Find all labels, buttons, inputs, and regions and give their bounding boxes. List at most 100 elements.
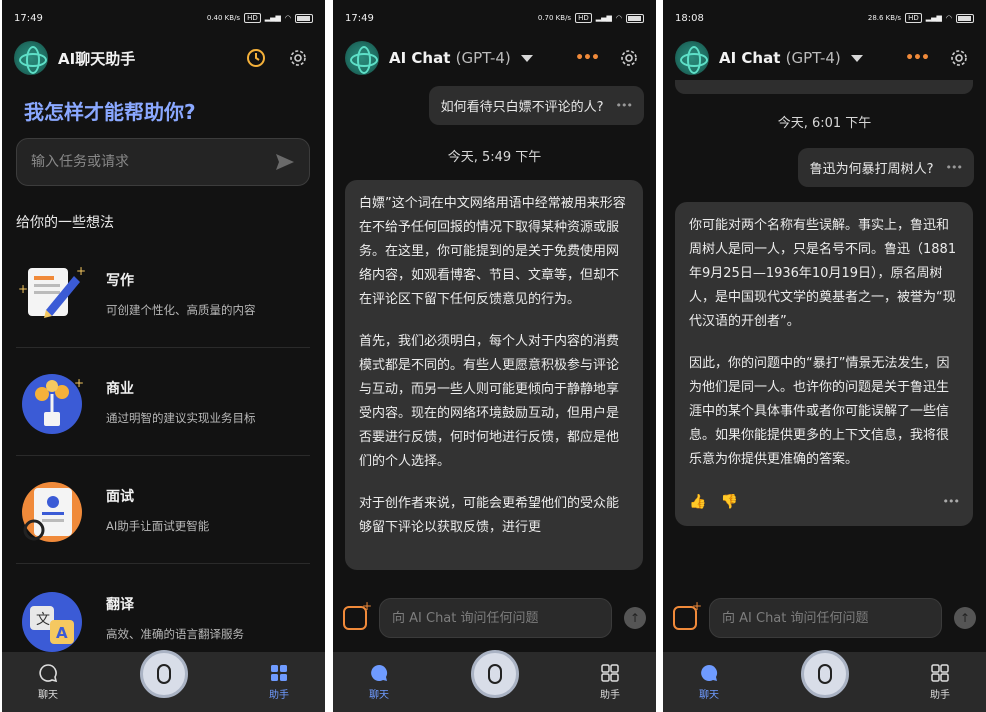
model-selector[interactable]: AI Chat (GPT-4) [719,49,841,67]
settings-button[interactable] [614,43,644,73]
more-button[interactable]: ••• [902,43,932,73]
message-more-icon[interactable]: ••• [946,161,963,174]
feature-business[interactable]: + 商业 通过明智的建议实现业务目标 [16,348,310,456]
feature-interview[interactable]: 面试 AI助手让面试更智能 [16,456,310,564]
wifi-icon: ◠ [284,14,291,22]
feature-title: 翻译 [106,597,134,613]
message-input[interactable] [709,598,942,638]
status-time: 18:08 [675,12,704,24]
nav-assistant[interactable]: 助手 [259,663,299,701]
message-timestamp: 今天, 5:49 下午 [447,150,542,165]
feature-desc: AI助手让面试更智能 [106,518,210,533]
resume-icon [16,474,88,546]
bottom-nav: 聊天 助手 [663,650,986,712]
network-speed: 28.6 KB/s [867,14,902,22]
nav-chat[interactable]: 聊天 [359,663,399,701]
chat-log[interactable]: 今天, 6:01 下午 鲁迅为何暴打周树人? ••• 你可能对两个名称有些误解。… [663,80,986,584]
feature-title: 商业 [106,380,134,397]
chat-log[interactable]: 如何看待只白嫖不评论的人? ••• 今天, 5:49 下午 白嫖”这个词在中文网… [333,80,656,584]
wifi-icon: ◠ [615,14,622,22]
status-bar: 18:08 28.6 KB/s HD ▂▄▆ ◠ [663,0,986,36]
voice-button[interactable] [800,650,849,698]
nav-assistant[interactable]: 助手 [920,663,960,701]
thumbs-up-icon[interactable]: 👍 [689,490,706,514]
chat-screen-1: 17:49 0.70 KB/s HD ▂▄▆ ◠ AI Chat (GPT-4)… [333,0,656,712]
feature-title: 面试 [106,488,134,505]
thumbs-down-icon[interactable]: 👎 [720,490,737,514]
model-selector[interactable]: AI Chat (GPT-4) [389,49,511,67]
task-input[interactable] [31,154,275,170]
arrow-up-icon: ↑ [959,611,971,625]
send-button[interactable]: ↑ [624,607,646,629]
bottom-nav: 聊天 助手 [333,650,656,712]
network-speed: 0.70 KB/s [537,14,572,22]
microphone-icon [156,664,171,684]
nav-assistant-label: 助手 [930,690,950,701]
signal-icon: ▂▄▆ [595,14,612,22]
grid-icon [271,665,287,681]
feature-writing[interactable]: + + 写作 可创建个性化、高质量的内容 [16,240,310,348]
message-more-icon[interactable]: ••• [943,490,960,514]
app-title: AI Chat [719,49,781,67]
status-time: 17:49 [14,12,43,24]
hd-icon: HD [244,13,261,23]
settings-button[interactable] [944,43,974,73]
nav-chat[interactable]: 聊天 [689,663,729,701]
chat-bubble-icon [701,664,718,681]
message-input[interactable] [379,598,612,638]
status-bar: 17:49 0.40 KB/s HD ▂▄▆ ◠ [2,0,325,36]
bottom-nav: 聊天 助手 [2,650,325,712]
nav-chat-label: 聊天 [699,690,719,701]
svg-text:文: 文 [36,612,50,628]
chevron-down-icon[interactable] [850,54,863,62]
nav-assistant-label: 助手 [600,690,620,701]
send-button[interactable]: ↑ [954,607,976,629]
signal-icon: ▂▄▆ [264,14,281,22]
nav-chat-label: 聊天 [369,690,389,701]
app-header: AI聊天助手 [2,36,325,80]
app-title: AI Chat [389,49,451,67]
ai-paragraph: 白嫖”这个词在中文网络用语中经常被用来形容在不给予任何回报的情况下取得某种资源或… [359,196,626,307]
message-more-icon[interactable]: ••• [616,99,633,112]
chevron-down-icon[interactable] [520,54,533,62]
send-icon[interactable] [275,153,295,171]
previous-message-edge [675,80,973,94]
user-message-text: 如何看待只白嫖不评论的人? [440,100,604,115]
home-screen: 17:49 0.40 KB/s HD ▂▄▆ ◠ AI聊天助手 我怎样才能帮助你… [2,0,325,712]
history-button[interactable] [241,43,271,73]
money-plant-icon: + [16,366,88,438]
image-add-icon[interactable] [673,599,702,630]
user-message: 如何看待只白嫖不评论的人? ••• [428,86,644,125]
user-message-text: 鲁迅为何暴打周树人? [809,162,934,177]
feature-desc: 可创建个性化、高质量的内容 [106,302,256,317]
hd-icon: HD [905,13,922,23]
user-message: 鲁迅为何暴打周树人? ••• [797,148,974,187]
more-button[interactable]: ••• [572,43,602,73]
task-input-box[interactable] [16,138,310,186]
chat-screen-2: 18:08 28.6 KB/s HD ▂▄▆ ◠ AI Chat (GPT-4)… [663,0,986,712]
chat-bubble-icon [39,664,58,683]
voice-button[interactable] [470,650,519,698]
chat-header: AI Chat (GPT-4) ••• [663,36,986,80]
writing-icon: + + [16,258,88,330]
arrow-up-icon: ↑ [629,611,641,625]
signal-icon: ▂▄▆ [925,14,942,22]
battery-icon [295,13,313,23]
wifi-icon: ◠ [945,14,952,22]
voice-button[interactable] [139,650,188,698]
nav-chat[interactable]: 聊天 [28,663,68,701]
chat-bubble-icon [371,664,388,681]
composer: ↑ [663,584,986,652]
section-title: 给你的一些想法 [16,215,114,231]
image-add-icon[interactable] [343,599,372,630]
chat-header: AI Chat (GPT-4) ••• [333,36,656,80]
hd-icon: HD [575,13,592,23]
ai-paragraph: 你可能对两个名称有些误解。事实上，鲁迅和周树人是同一人，只是名号不同。鲁迅（18… [689,218,957,329]
model-name: (GPT-4) [455,49,511,67]
feature-desc: 通过明智的建议实现业务目标 [106,410,256,425]
message-timestamp: 今天, 6:01 下午 [777,116,872,131]
nav-assistant[interactable]: 助手 [590,663,630,701]
battery-icon [956,13,974,23]
settings-button[interactable] [283,43,313,73]
atom-logo-icon [14,41,48,75]
